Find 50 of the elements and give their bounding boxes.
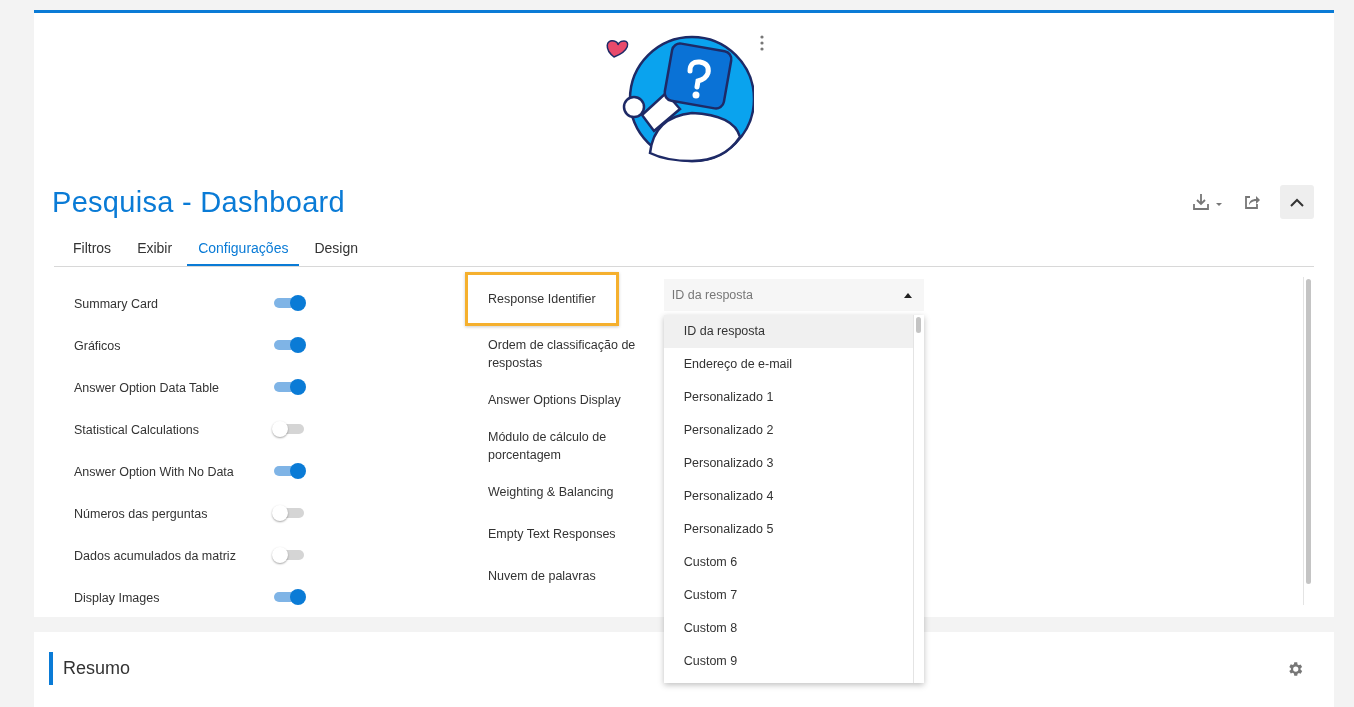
more-options-icon[interactable]: [760, 35, 764, 51]
chevron-up-icon: [1290, 197, 1304, 207]
tab[interactable]: Filtros: [62, 235, 123, 266]
tab[interactable]: Exibir: [126, 235, 184, 266]
toggle-switch[interactable]: [274, 382, 304, 392]
setting-label: Empty Text Responses: [487, 526, 617, 543]
dropdown-option[interactable]: Custom 9: [663, 645, 913, 678]
dropdown-option[interactable]: Personalizado 3: [663, 447, 913, 480]
setting-label: Answer Option Data Table: [74, 381, 220, 395]
toggle-switch[interactable]: [274, 550, 304, 560]
setting-label: Display Images: [74, 591, 161, 605]
download-icon[interactable]: [1192, 193, 1224, 211]
setting-label: Weighting & Balancing: [487, 484, 615, 501]
toggle-switch[interactable]: [274, 508, 304, 518]
dashboard-title: Pesquisa - Dashboard: [52, 185, 345, 219]
share-icon[interactable]: [1244, 194, 1260, 210]
dropdown-option[interactable]: Personalizado 5: [663, 513, 913, 546]
caret-up-icon: [903, 292, 912, 298]
toggle-switch[interactable]: [274, 466, 304, 476]
dropdown-option[interactable]: Personalizado 2: [663, 414, 913, 447]
tab[interactable]: Configurações: [187, 235, 300, 266]
toggle-switch[interactable]: [274, 424, 304, 434]
setting-label: Gráficos: [74, 339, 122, 353]
scrollbar[interactable]: [912, 315, 924, 683]
dropdown-value: ID da resposta: [671, 288, 753, 302]
setting-label: Dados acumulados da matriz: [74, 549, 237, 563]
setting-label: Números das perguntas: [74, 507, 209, 521]
dropdown-option[interactable]: ID da resposta: [663, 315, 913, 348]
dropdown-option[interactable]: Personalizado 1: [663, 381, 913, 414]
toggle-switch[interactable]: [274, 340, 304, 350]
dropdown-option[interactable]: Custom 8: [663, 612, 913, 645]
setting-label: Answer Options Display: [487, 392, 622, 409]
toggle-switch[interactable]: [274, 592, 304, 602]
setting-label: Nuvem de palavras: [487, 568, 597, 585]
dropdown-option[interactable]: Personalizado 4: [663, 480, 913, 513]
scrollbar[interactable]: [1303, 277, 1314, 605]
dropdown-option[interactable]: Endereço de e-mail: [663, 348, 913, 381]
section-title: Resumo: [49, 652, 131, 685]
setting-label: Ordem de classificação de respostas: [487, 337, 637, 372]
toggle-switch[interactable]: [274, 298, 304, 308]
dropdown-option[interactable]: Custom 7: [663, 579, 913, 612]
setting-label: Answer Option With No Data: [74, 465, 235, 479]
response-identifier-dropdown[interactable]: ID da resposta: [663, 279, 924, 311]
setting-label: Response Identifier: [465, 272, 619, 326]
setting-label: Summary Card: [74, 297, 160, 311]
setting-label: Statistical Calculations: [74, 423, 201, 437]
collapse-button[interactable]: [1280, 185, 1314, 219]
tab[interactable]: Design: [303, 235, 369, 266]
dropdown-option[interactable]: Custom 6: [663, 546, 913, 579]
setting-label: Módulo de cálculo de porcentagem: [487, 429, 608, 464]
